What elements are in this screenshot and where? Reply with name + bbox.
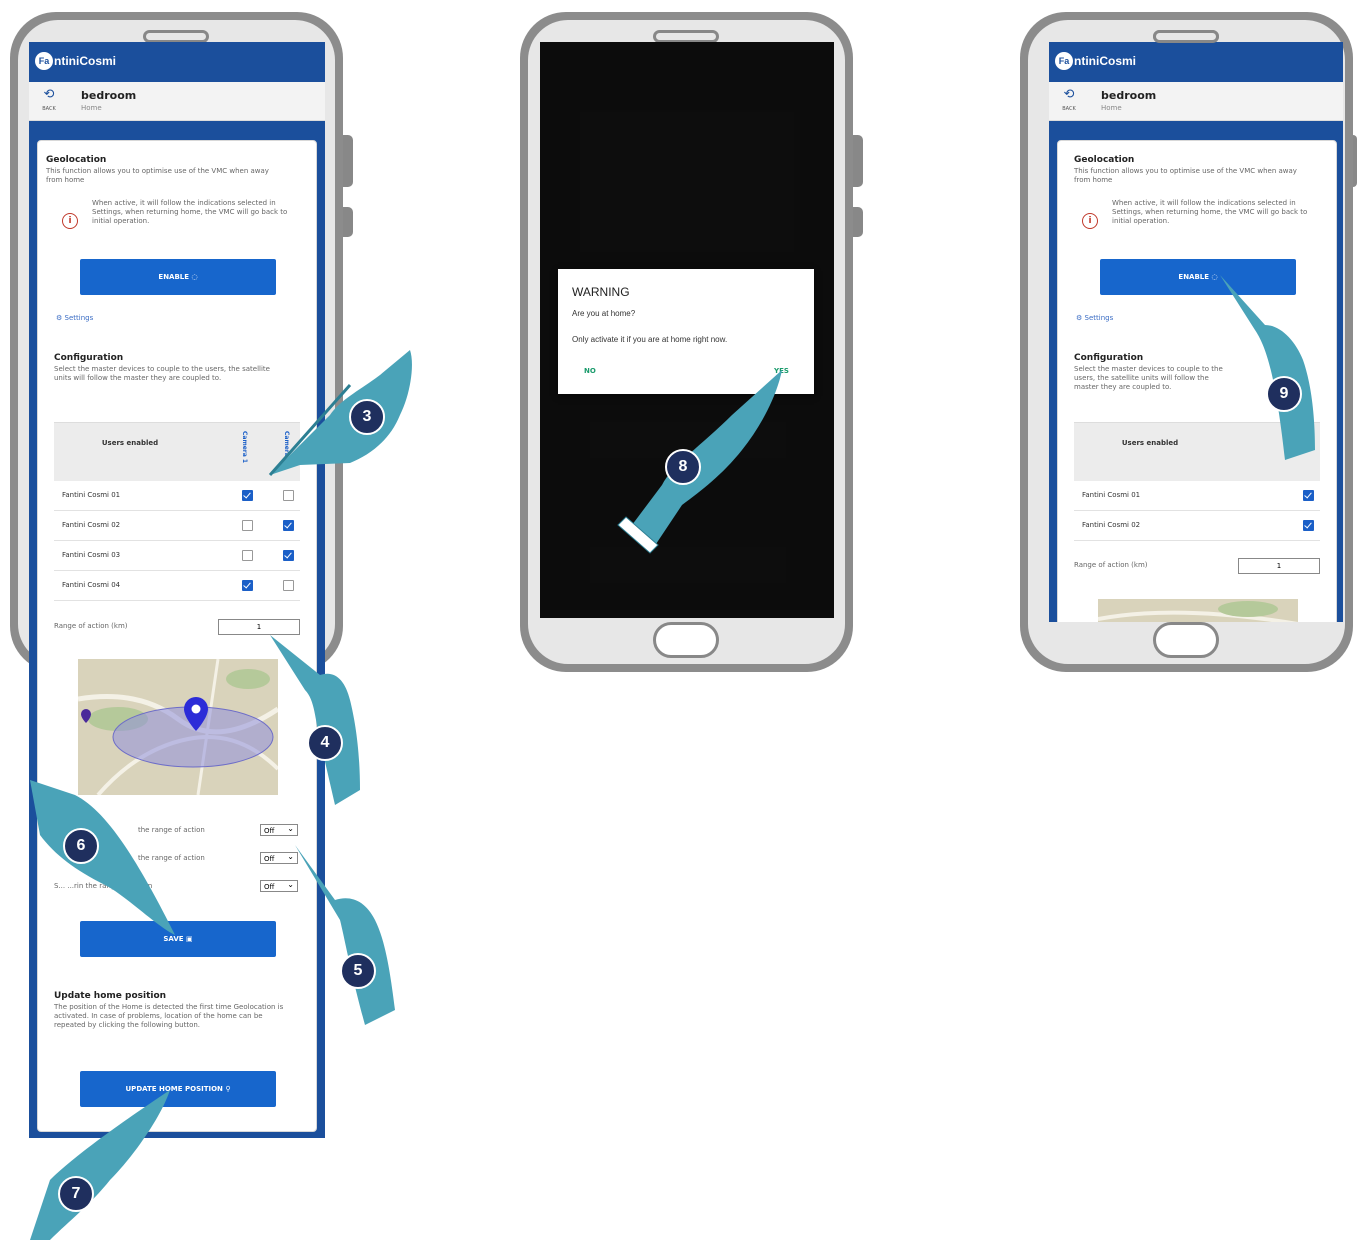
geolocation-description: This function allows you to optimise use… <box>46 167 269 184</box>
enable-label: ENABLE <box>158 273 190 281</box>
range-label: Range of action (km) <box>54 622 128 630</box>
camera-1-checkbox[interactable] <box>242 550 253 561</box>
dialog-title: WARNING <box>572 285 630 299</box>
home-button[interactable] <box>653 622 719 658</box>
room-bar: ⟲ BACK bedroom Home <box>29 82 325 121</box>
map-view[interactable] <box>1098 599 1298 622</box>
map-illustration <box>1098 599 1298 622</box>
gear-icon: ⚙ <box>56 314 63 322</box>
settings-label: Settings <box>64 314 94 322</box>
enable-label: ENABLE <box>1178 273 1210 281</box>
update-description: The position of the Home is detected the… <box>54 1003 284 1029</box>
room-subtitle: Home <box>1101 104 1122 112</box>
step-marker-9: 9 <box>1266 376 1302 412</box>
configuration-title: Configuration <box>54 353 124 363</box>
camera-2-checkbox[interactable] <box>283 580 294 591</box>
user-name: Fantini Cosmi 01 <box>1082 491 1141 499</box>
geolocation-title: Geolocation <box>1074 155 1135 165</box>
table-row: Fantini Cosmi 02 <box>1074 511 1320 541</box>
pointing-hand-icon <box>268 350 412 476</box>
check-circle-icon: ◌ <box>191 273 198 281</box>
table-row: Fantini Cosmi 03 <box>54 541 300 571</box>
pointing-hand-icon <box>270 635 360 805</box>
brand-logo: Fa ntiniCosmi <box>35 52 116 70</box>
save-icon: ▣ <box>186 935 193 943</box>
step-marker-6: 6 <box>63 828 99 864</box>
info-icon: i <box>62 213 78 229</box>
range-input[interactable]: 1 <box>1238 558 1320 574</box>
column-header-camera-1: Camera 1 <box>241 431 248 464</box>
step-marker-5: 5 <box>340 953 376 989</box>
enable-button[interactable]: ENABLE ◌ <box>80 259 276 295</box>
room-name: bedroom <box>81 89 137 102</box>
camera-checkbox[interactable] <box>1303 490 1314 501</box>
phone-side-button <box>343 207 353 237</box>
table-row: Fantini Cosmi 01 <box>54 481 300 511</box>
user-name: Fantini Cosmi 01 <box>62 491 121 499</box>
settings-label: Settings <box>1084 314 1114 322</box>
phone-speaker <box>1153 30 1219 43</box>
configuration-description: Select the master devices to couple to t… <box>1074 365 1223 391</box>
no-button[interactable]: NO <box>584 367 596 375</box>
user-name: Fantini Cosmi 03 <box>62 551 121 559</box>
phone-side-button <box>343 135 353 187</box>
phone-side-button <box>1353 135 1357 187</box>
camera-2-checkbox[interactable] <box>283 550 294 561</box>
dialog-note: Only activate it if you are at home righ… <box>572 335 728 344</box>
geolocation-info: When active, it will follow the indicati… <box>92 199 288 225</box>
configuration-title: Configuration <box>1074 353 1144 363</box>
room-subtitle: Home <box>81 104 102 112</box>
update-title: Update home position <box>54 991 167 1001</box>
pointing-hand-icon <box>617 370 782 554</box>
home-button[interactable] <box>1153 622 1219 658</box>
pointing-hand-icon <box>295 845 395 1025</box>
camera-1-checkbox[interactable] <box>242 580 253 591</box>
back-label: BACK <box>42 106 56 112</box>
brand-logo: Fa ntiniCosmi <box>1055 52 1136 70</box>
location-pin-icon: ⚲ <box>225 1085 231 1093</box>
pointing-hand-icon <box>30 780 175 935</box>
camera-2-checkbox[interactable] <box>283 490 294 501</box>
step-marker-8: 8 <box>665 449 701 485</box>
back-icon[interactable]: ⟲ <box>41 88 57 102</box>
configuration-description: Select the master devices to couple to t… <box>54 365 270 382</box>
phone-side-button <box>853 207 863 237</box>
pointing-hand-icon <box>30 1090 170 1240</box>
dialog-question: Are you at home? <box>572 309 636 318</box>
table-row: Fantini Cosmi 01 <box>1074 481 1320 511</box>
phone-side-button <box>853 135 863 187</box>
camera-1-checkbox[interactable] <box>242 490 253 501</box>
user-name: Fantini Cosmi 02 <box>62 521 121 529</box>
table-row: Fantini Cosmi 04 <box>54 571 300 601</box>
back-icon[interactable]: ⟲ <box>1061 88 1077 102</box>
step-marker-7: 7 <box>58 1176 94 1212</box>
room-bar: ⟲ BACK bedroom Home <box>1049 82 1343 121</box>
camera-1-checkbox[interactable] <box>242 520 253 531</box>
users-enabled-header: Users enabled <box>1121 439 1179 447</box>
user-name: Fantini Cosmi 04 <box>62 581 121 589</box>
pointing-hand-icon <box>1220 275 1315 460</box>
camera-checkbox[interactable] <box>1303 520 1314 531</box>
geolocation-title: Geolocation <box>46 155 107 165</box>
settings-link[interactable]: ⚙ Settings <box>56 314 93 322</box>
user-name: Fantini Cosmi 02 <box>1082 521 1141 529</box>
back-label: BACK <box>1062 106 1076 112</box>
users-enabled-header: Users enabled <box>101 439 159 447</box>
room-name: bedroom <box>1101 89 1157 102</box>
info-icon: i <box>1082 213 1098 229</box>
range-label: Range of action (km) <box>1074 561 1148 569</box>
settings-link[interactable]: ⚙ Settings <box>1076 314 1113 322</box>
step-marker-3: 3 <box>349 399 385 435</box>
app-header: Fa ntiniCosmi <box>29 42 325 82</box>
gear-icon: ⚙ <box>1076 314 1083 322</box>
camera-2-checkbox[interactable] <box>283 520 294 531</box>
table-row: Fantini Cosmi 02 <box>54 511 300 541</box>
geolocation-description: This function allows you to optimise use… <box>1074 167 1297 184</box>
app-screen-1: Fa ntiniCosmi ⟲ BACK bedroom Home Geoloca… <box>29 42 325 1138</box>
app-header: Fa ntiniCosmi <box>1049 42 1343 82</box>
option-select[interactable]: Off <box>260 823 298 836</box>
step-marker-4: 4 <box>307 725 343 761</box>
geolocation-info: When active, it will follow the indicati… <box>1112 199 1308 225</box>
